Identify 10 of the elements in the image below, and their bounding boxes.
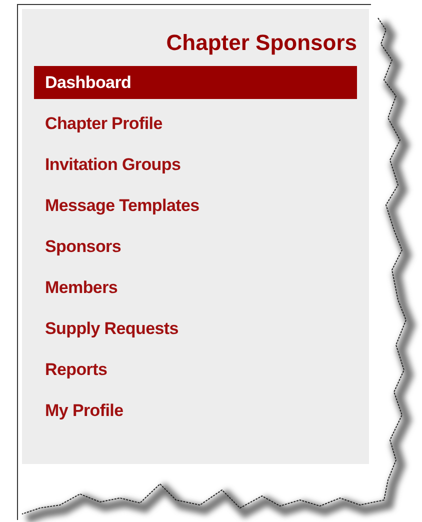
menu-item[interactable]: Sponsors [34,230,357,263]
menu-item[interactable]: My Profile [34,394,357,427]
menu-item[interactable]: Message Templates [34,189,357,222]
menu-item[interactable]: Dashboard [34,66,357,99]
menu-item[interactable]: Invitation Groups [34,148,357,181]
panel-title: Chapter Sponsors [165,30,357,56]
menu-item[interactable]: Members [34,271,357,304]
menu-item[interactable]: Reports [34,353,357,386]
menu-item[interactable]: Supply Requests [34,312,357,345]
menu-item[interactable]: Chapter Profile [34,107,357,140]
